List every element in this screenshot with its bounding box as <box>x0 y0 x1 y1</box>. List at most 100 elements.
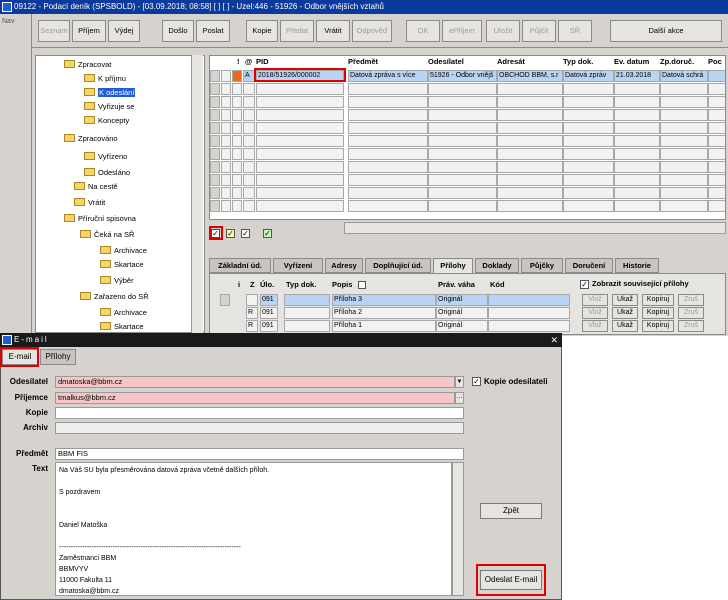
archive-field[interactable] <box>55 422 464 434</box>
tree-item-prirucni-spisovna[interactable]: Příruční spisovna <box>64 212 136 226</box>
grid-empty-cell[interactable] <box>660 96 708 108</box>
grid-empty-cell[interactable] <box>660 135 708 147</box>
ukaz-button[interactable]: Ukaž <box>612 320 638 332</box>
grid-empty-cell[interactable] <box>708 148 725 160</box>
grid-empty-cell[interactable] <box>243 200 255 212</box>
grid-empty-cell[interactable] <box>614 161 660 173</box>
filter-checkbox-yellow[interactable]: ✓ <box>226 229 235 238</box>
zrus-button[interactable]: Zruš <box>678 307 704 319</box>
grid-empty-cell[interactable] <box>428 161 497 173</box>
att-vaha-cell[interactable]: Originál <box>436 294 488 306</box>
tree-item-vyrizuje-se[interactable]: Vyřizuje se <box>84 100 134 114</box>
tree-item-odeslano[interactable]: Odesláno <box>84 166 130 180</box>
att-typ-cell[interactable] <box>284 294 330 306</box>
ev-datum-cell[interactable]: 21.03.2018 <box>614 70 660 82</box>
grid-empty-cell[interactable] <box>348 200 428 212</box>
tree-item-vratit[interactable]: Vrátit <box>74 196 105 210</box>
grid-empty-cell[interactable] <box>232 96 242 108</box>
grid-empty-cell[interactable] <box>256 109 344 121</box>
prijem-button[interactable]: Příjem <box>72 20 106 42</box>
tree-item-zarazeno-do-sr[interactable]: Zařazeno do SŘ <box>80 290 149 304</box>
tab-adresy[interactable]: Adresy <box>325 258 363 273</box>
grid-empty-cell[interactable] <box>243 187 255 199</box>
grid-empty-cell[interactable] <box>221 109 231 121</box>
grid-empty-cell[interactable] <box>348 148 428 160</box>
grid-empty-cell[interactable] <box>243 135 255 147</box>
grid-empty-cell[interactable] <box>256 96 344 108</box>
grid-empty-cell[interactable] <box>243 174 255 186</box>
show-related-checkbox[interactable]: ✓ <box>580 280 589 289</box>
recipient-field[interactable]: tmalkus@bbm.cz <box>55 392 455 404</box>
grid-empty-cell[interactable] <box>497 187 563 199</box>
dalsi-akce-button[interactable]: Další akce <box>610 20 722 42</box>
ukaz-button[interactable]: Ukaž <box>612 307 638 319</box>
doslo-button[interactable]: Došlo <box>162 20 194 42</box>
copy-sender-checkbox[interactable]: ✓ <box>472 377 481 386</box>
grid-empty-cell[interactable] <box>221 187 231 199</box>
tree-item-koncepty[interactable]: Koncepty <box>84 114 129 128</box>
grid-empty-cell[interactable] <box>660 148 708 160</box>
tree-item-k-odeslani[interactable]: K odeslání <box>84 86 136 100</box>
grid-empty-cell[interactable] <box>428 96 497 108</box>
grid-empty-cell[interactable] <box>497 109 563 121</box>
predmet-cell[interactable]: Datová zpráva s více <box>348 70 428 82</box>
tree-item-k-prijmu[interactable]: K příjmu <box>84 72 126 86</box>
grid-empty-cell[interactable] <box>256 200 344 212</box>
zrus-button[interactable]: Zruš <box>678 294 704 306</box>
grid-horizontal-scrollbar[interactable] <box>344 222 726 234</box>
grid-empty-cell[interactable] <box>614 187 660 199</box>
tree-item-zpracovano[interactable]: Zpracováno <box>64 132 118 146</box>
grid-empty-cell[interactable] <box>708 187 725 199</box>
grid-empty-cell[interactable] <box>614 148 660 160</box>
grid-empty-cell[interactable] <box>243 96 255 108</box>
tree-item-vyrizeno[interactable]: Vyřízeno <box>84 150 127 164</box>
grid-empty-cell[interactable] <box>232 174 242 186</box>
row-checkbox[interactable] <box>221 70 231 82</box>
tab-prilohy[interactable]: Přílohy <box>433 258 473 274</box>
tab-historie[interactable]: Historie <box>615 258 659 273</box>
grid-empty-cell[interactable] <box>708 161 725 173</box>
grid-empty-cell[interactable] <box>232 161 242 173</box>
grid-empty-cell[interactable] <box>256 122 344 134</box>
kopiruj-button[interactable]: Kopíruj <box>642 294 674 306</box>
grid-empty-cell[interactable] <box>210 174 220 186</box>
grid-empty-cell[interactable] <box>210 109 220 121</box>
grid-empty-cell[interactable] <box>428 174 497 186</box>
zrus-button[interactable]: Zruš <box>678 320 704 332</box>
vloz-button[interactable]: Vlož <box>582 294 608 306</box>
grid-empty-cell[interactable] <box>428 200 497 212</box>
grid-empty-cell[interactable] <box>660 109 708 121</box>
zp-doruc-cell[interactable]: Datová schrá <box>660 70 708 82</box>
grid-empty-cell[interactable] <box>210 148 220 160</box>
grid-empty-cell[interactable] <box>428 122 497 134</box>
tree-item-vyber[interactable]: Výběr <box>100 274 134 288</box>
att-popis-cell[interactable]: Příloha 1 <box>332 320 436 332</box>
grid-empty-cell[interactable] <box>210 122 220 134</box>
tab-doklady[interactable]: Doklady <box>475 258 519 273</box>
grid-empty-cell[interactable] <box>243 148 255 160</box>
ulozit-button[interactable]: Uložit <box>486 20 520 42</box>
grid-empty-cell[interactable] <box>708 96 725 108</box>
tree-item-na-ceste[interactable]: Na cestě <box>74 180 118 194</box>
seznam-button[interactable]: Seznam <box>38 20 70 42</box>
tree-scrollbar[interactable] <box>191 55 203 333</box>
grid-empty-cell[interactable] <box>614 174 660 186</box>
vratit-button[interactable]: Vrátit <box>316 20 350 42</box>
back-button[interactable]: Zpět <box>480 503 542 519</box>
filter-checkbox-white[interactable]: ✓ <box>241 229 250 238</box>
grid-empty-cell[interactable] <box>348 174 428 186</box>
grid-empty-cell[interactable] <box>256 187 344 199</box>
grid-empty-cell[interactable] <box>348 109 428 121</box>
grid-empty-cell[interactable] <box>348 135 428 147</box>
grid-empty-cell[interactable] <box>221 161 231 173</box>
nav-label[interactable]: Nav <box>0 14 31 29</box>
grid-empty-cell[interactable] <box>243 109 255 121</box>
grid-empty-cell[interactable] <box>708 174 725 186</box>
grid-empty-cell[interactable] <box>232 148 242 160</box>
vydej-button[interactable]: Výdej <box>108 20 140 42</box>
grid-empty-cell[interactable] <box>708 83 725 95</box>
grid-empty-cell[interactable] <box>660 83 708 95</box>
grid-empty-cell[interactable] <box>243 161 255 173</box>
tree-item-zpracovat[interactable]: Zpracovat <box>64 58 111 72</box>
grid-empty-cell[interactable] <box>563 148 614 160</box>
